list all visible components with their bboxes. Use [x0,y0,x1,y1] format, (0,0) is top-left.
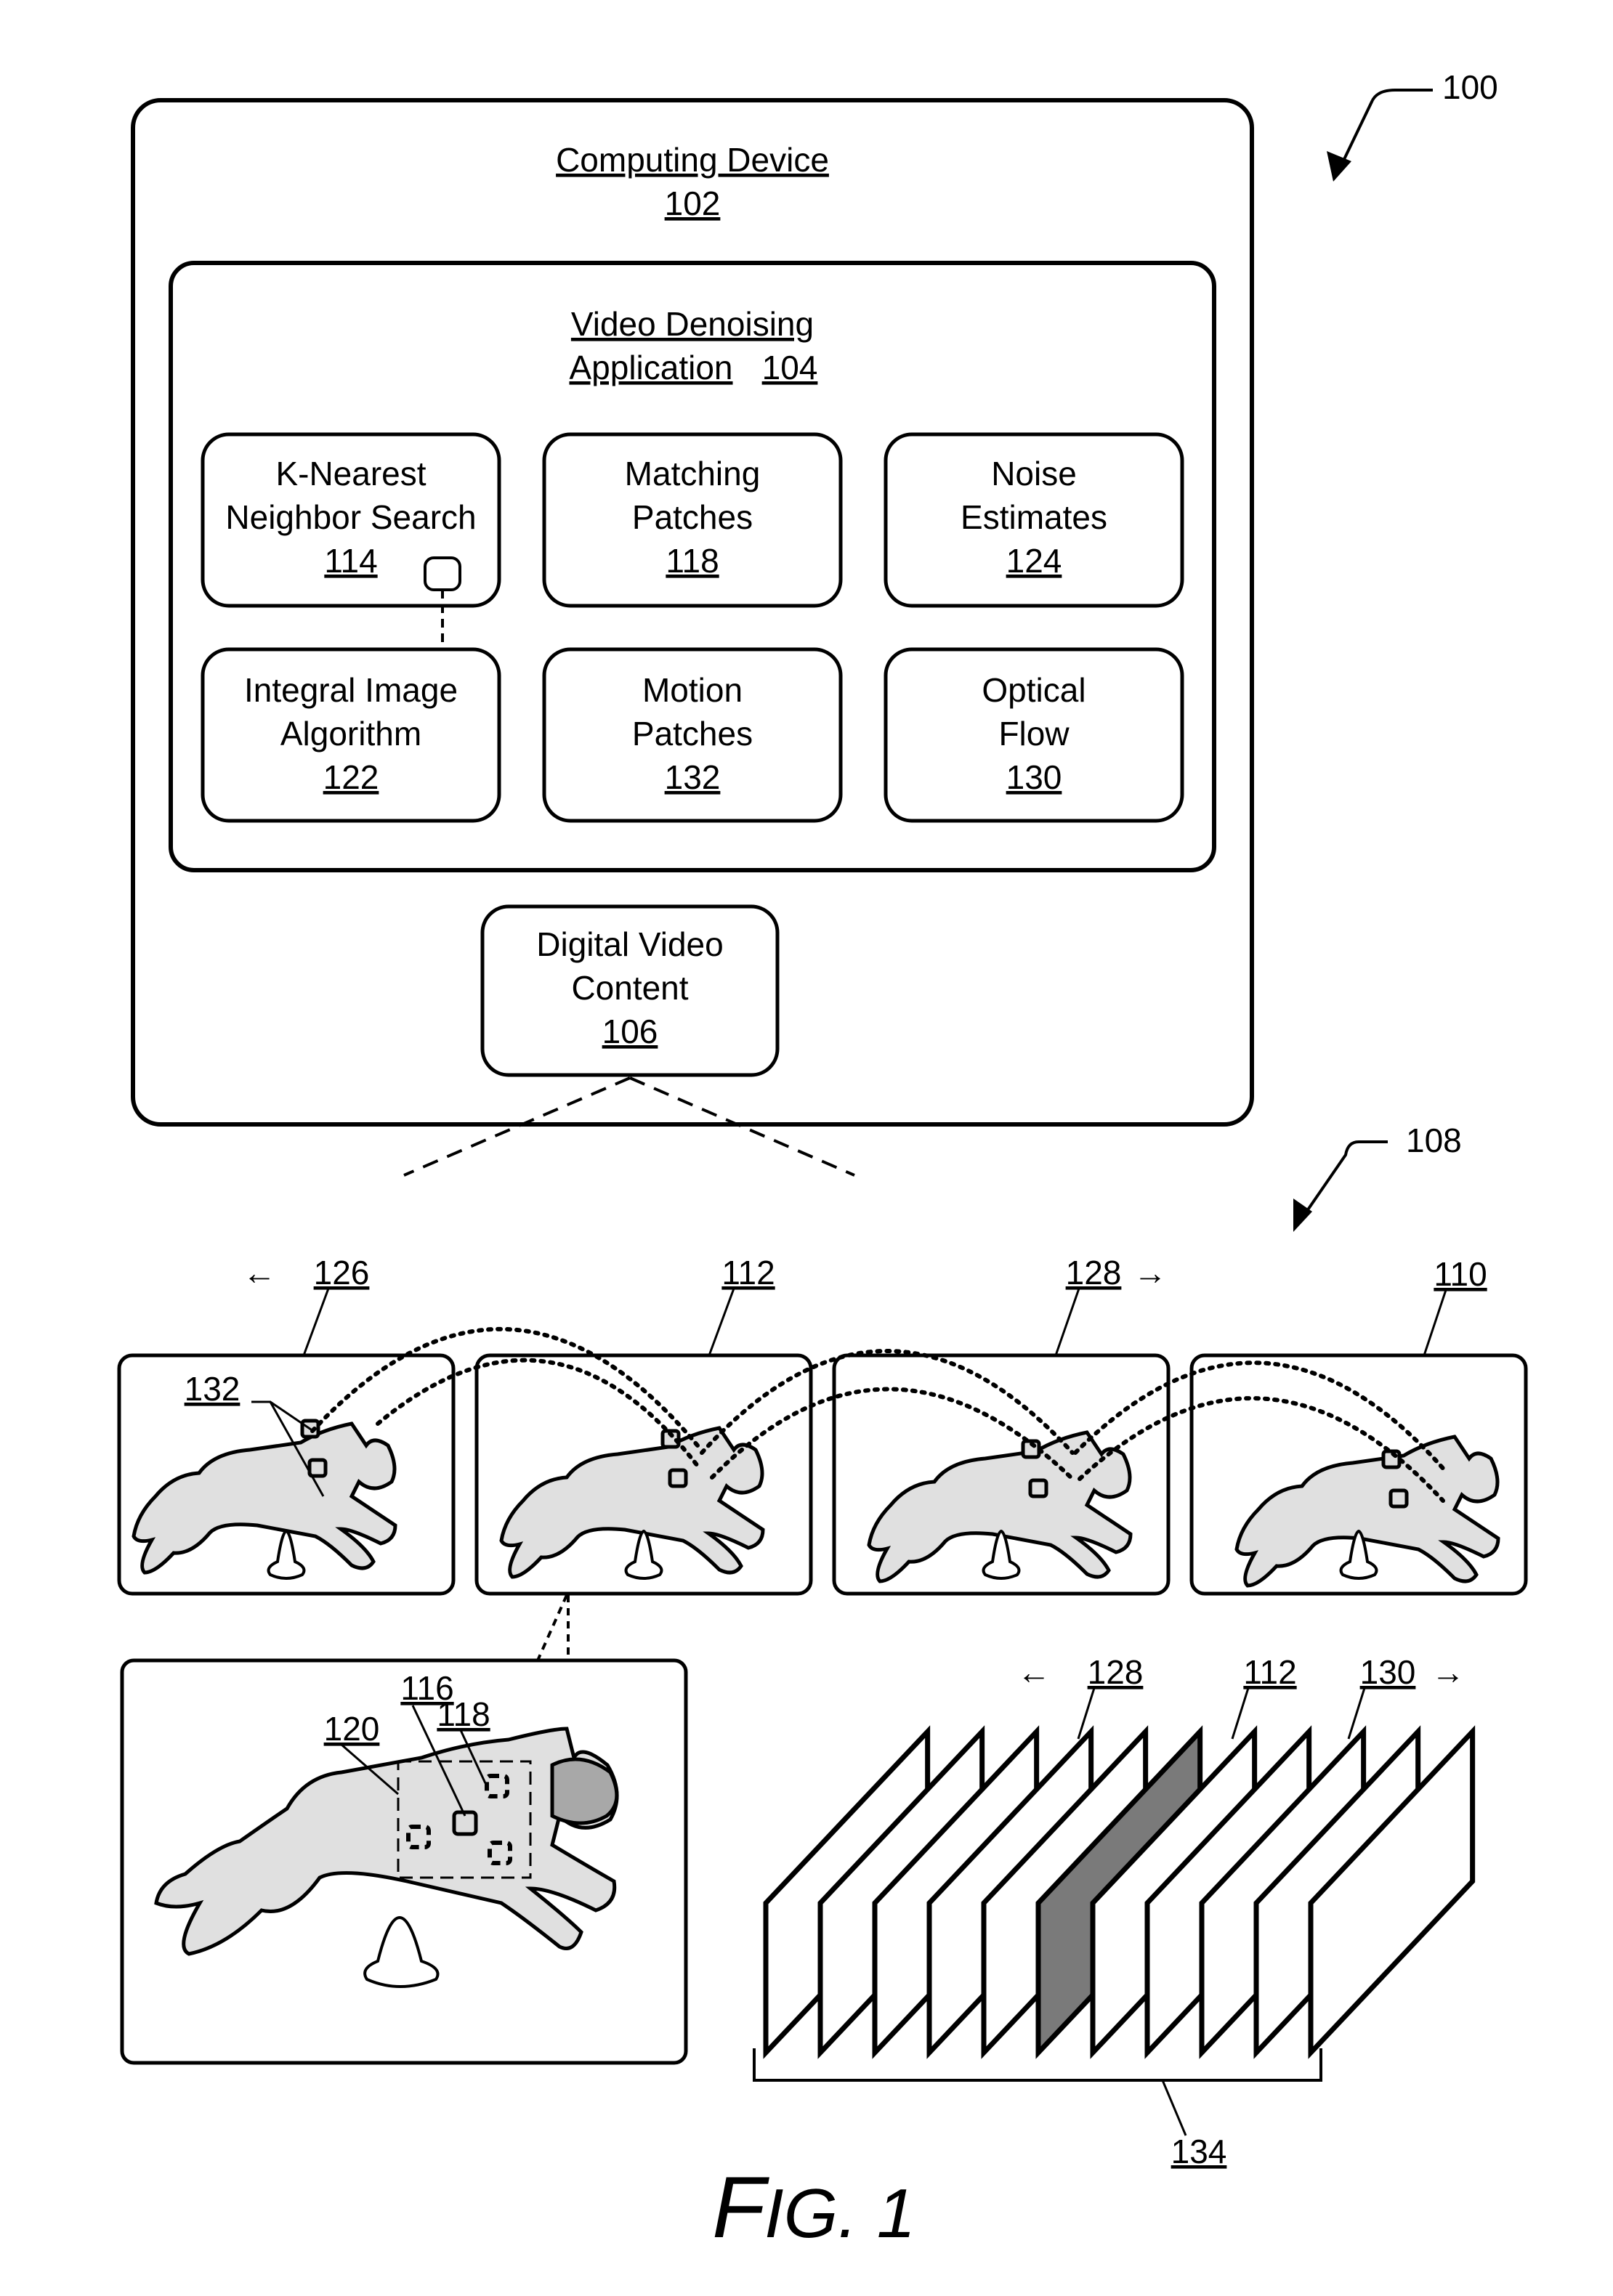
svg-text:130: 130 [1006,758,1062,796]
video-frames-row [117,1353,1528,1596]
svg-text:Neighbor Search: Neighbor Search [225,498,476,536]
application-ref: 104 [762,349,818,386]
module-motion-patches: Motion Patches 132 [542,647,843,823]
svg-text:114: 114 [324,542,377,580]
svg-text:Optical: Optical [982,671,1086,709]
frame-labels: ← 126 112 128 → 110 [243,1254,1487,1356]
svg-text:112: 112 [1243,1653,1296,1691]
svg-text:122: 122 [323,758,379,796]
svg-text:108: 108 [1406,1121,1462,1159]
system-ref: 100 [1442,68,1498,106]
svg-text:124: 124 [1006,542,1062,580]
left-arrow-icon: ← [243,1254,276,1291]
frame-stack-labels: ← 128 112 130 → [1017,1653,1465,1740]
callout-arrow-icon [1327,151,1351,182]
svg-text:Integral Image: Integral Image [244,671,458,709]
computing-device-ref: 102 [665,184,721,222]
module-knn-search: K-Nearest Neighbor Search 114 [201,432,501,608]
svg-text:118: 118 [666,542,719,580]
module-matching-patches: Matching Patches 118 [542,432,843,608]
application-title-line1: Video Denoising [571,305,814,343]
detail-view-frame: 116 118 120 [120,1658,688,2065]
frame-group-bracket: 134 [753,2048,1322,2170]
connector-port-icon [424,556,461,591]
motion-patch [1388,1488,1409,1509]
module-optical-flow: Optical Flow 130 [884,647,1184,823]
svg-text:Noise: Noise [991,455,1077,492]
svg-text:Digital Video: Digital Video [536,925,723,963]
frame-stack [763,1725,1476,2059]
video-frame [117,1353,456,1596]
svg-text:F: F [712,2159,769,2256]
right-arrow-icon: → [1133,1254,1167,1291]
svg-text:Flow: Flow [998,715,1070,753]
video-frame [1189,1353,1528,1596]
motion-patch [307,1458,328,1478]
svg-text:128: 128 [1066,1254,1122,1291]
left-arrow-icon: ← [1017,1653,1051,1691]
motion-patch [1028,1478,1048,1498]
frames-callout: 108 [1293,1121,1462,1232]
svg-text:130: 130 [1360,1653,1416,1691]
module-integral-image-algorithm: Integral Image Algorithm 122 [201,647,501,823]
module-noise-estimates: Noise Estimates 124 [884,432,1184,608]
svg-text:112: 112 [721,1254,775,1291]
motion-patch [668,1468,688,1488]
application-title-line2: Application [569,349,732,386]
svg-text:Matching: Matching [625,455,761,492]
figure-label: F IG. 1 [712,2159,915,2256]
svg-text:Estimates: Estimates [961,498,1107,536]
digital-video-content-box: Digital Video Content 106 [480,904,780,1077]
svg-text:132: 132 [185,1370,240,1408]
svg-text:110: 110 [1434,1255,1487,1293]
detail-connector [536,1594,568,1661]
svg-text:118: 118 [437,1695,490,1733]
svg-text:106: 106 [602,1013,658,1050]
svg-text:IG. 1: IG. 1 [764,2175,915,2252]
svg-text:128: 128 [1088,1653,1144,1691]
right-arrow-icon: → [1431,1653,1465,1691]
svg-text:Algorithm: Algorithm [280,715,421,753]
system-callout: 100 [1327,68,1498,182]
svg-text:K-Nearest: K-Nearest [275,455,426,492]
svg-text:Patches: Patches [632,498,753,536]
callout-arrow-icon [1293,1198,1312,1232]
svg-text:Patches: Patches [632,715,753,753]
svg-text:132: 132 [665,758,721,796]
svg-text:126: 126 [314,1254,370,1291]
svg-text:134: 134 [1171,2133,1227,2170]
computing-device-title: Computing Device [556,141,829,179]
svg-text:120: 120 [324,1710,380,1748]
dog-head [550,1757,619,1825]
svg-text:Content: Content [571,969,688,1007]
svg-text:Motion: Motion [642,671,743,709]
